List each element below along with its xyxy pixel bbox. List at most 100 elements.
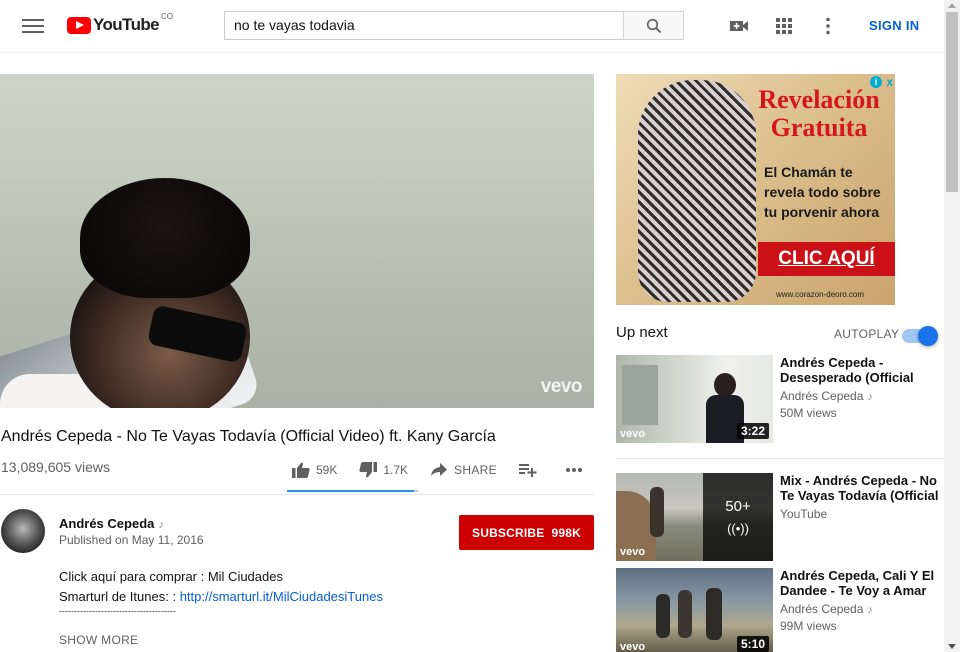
music-note-icon: ♪	[867, 604, 873, 616]
search-button[interactable]	[623, 11, 684, 40]
recommendation-channel: Andrés Cepeda ♪	[780, 602, 873, 616]
like-button[interactable]: 59K	[292, 462, 337, 478]
logo-text: YouTube	[93, 15, 160, 34]
person-head-shape	[714, 373, 736, 397]
recommendation-views: 99M views	[780, 619, 837, 633]
subscriber-count: 998K	[551, 525, 581, 540]
vevo-badge: vevo	[620, 546, 646, 558]
vevo-badge: vevo	[620, 641, 646, 652]
dislike-button[interactable]: 1.7K	[359, 462, 408, 478]
display-ad[interactable]: Revelación Gratuita El Chamán te revela …	[616, 74, 895, 305]
youtube-watch-page: YouTube CO no te vayas todavia SIGN IN v…	[0, 0, 960, 652]
mix-radio-icon: ((•))	[727, 521, 749, 536]
subscribe-button[interactable]: SUBSCRIBE 998K	[459, 515, 594, 550]
sign-in-button[interactable]: SIGN IN	[869, 18, 920, 33]
video-title: Andrés Cepeda - No Te Vayas Todavía (Off…	[1, 428, 496, 445]
hair-shape	[80, 178, 250, 298]
description-line: Click aquí para comprar : Mil Ciudades	[59, 569, 283, 584]
channel-name: Andrés Cepeda	[59, 516, 155, 531]
ad-body: El Chamán te revela todo sobre tu porven…	[764, 164, 881, 220]
ad-title: Revelación Gratuita	[746, 86, 892, 142]
itunes-link[interactable]: http://smarturl.it/MilCiudadesiTunes	[180, 589, 383, 604]
vevo-badge: vevo	[620, 428, 646, 440]
sentiment-bar-likes	[287, 490, 415, 492]
person-shape	[656, 594, 670, 638]
scroll-down-arrow-icon[interactable]	[948, 644, 956, 649]
autoplay-toggle[interactable]	[902, 326, 938, 346]
mix-thumbnail[interactable]: 50+ ((•)) vevo	[616, 473, 773, 561]
like-count: 59K	[316, 463, 338, 477]
mix-overlay: 50+ ((•))	[703, 473, 773, 561]
publish-date: Published on May 11, 2016	[59, 533, 204, 547]
channel-name-link[interactable]: Andrés Cepeda ♪	[59, 516, 164, 531]
recommendation-title[interactable]: Andrés Cepeda - Desesperado (Official Vi…	[780, 355, 944, 385]
recommendation-item[interactable]: vevo 3:22 Andrés Cepeda - Desesperado (O…	[616, 355, 944, 443]
divider	[616, 458, 944, 459]
mix-count: 50+	[725, 498, 751, 515]
view-count: 13,089,605 views	[1, 459, 110, 475]
recommendation-views: 50M views	[780, 406, 837, 420]
video-player[interactable]: vevo	[0, 74, 594, 408]
autoplay-label: AUTOPLAY	[834, 327, 900, 341]
more-horizontal-icon	[565, 468, 582, 472]
scrollbar-thumb[interactable]	[946, 12, 958, 192]
show-more-button[interactable]: SHOW MORE	[59, 633, 138, 647]
scroll-up-arrow-icon[interactable]	[948, 3, 956, 8]
music-note-icon: ♪	[158, 519, 164, 531]
share-button[interactable]: SHARE	[430, 463, 497, 477]
person-shape	[678, 590, 692, 638]
ad-title-line: Revelación	[758, 85, 880, 114]
ad-title-line: Gratuita	[770, 113, 868, 142]
country-code: CO	[161, 12, 173, 21]
more-actions-button[interactable]	[565, 467, 589, 473]
video-duration: 3:22	[736, 423, 769, 439]
recommendation-item[interactable]: vevo 5:10 Andrés Cepeda, Cali Y El Dande…	[616, 568, 944, 652]
toggle-knob	[918, 326, 938, 346]
ad-close-icon[interactable]: x	[886, 75, 893, 89]
window-shape	[622, 365, 658, 425]
create-video-icon[interactable]	[729, 16, 749, 36]
thumbs-up-icon	[292, 462, 310, 478]
channel-name: Andrés Cepeda	[780, 389, 864, 403]
share-icon	[431, 463, 448, 476]
description-line-itunes: Smarturl de Itunes: : http://smarturl.it…	[59, 589, 383, 604]
menu-icon[interactable]	[22, 16, 44, 36]
search-input[interactable]: no te vayas todavia	[224, 11, 624, 40]
recommendation-item-mix[interactable]: 50+ ((•)) vevo Mix - Andrés Cepeda - No …	[616, 473, 944, 561]
play-logo-icon	[67, 16, 91, 34]
apps-icon[interactable]	[774, 16, 794, 36]
video-duration: 5:10	[736, 636, 769, 652]
recommendation-title[interactable]: Mix - Andrés Cepeda - No Te Vayas Todaví…	[780, 473, 944, 503]
subscribe-label: SUBSCRIBE	[472, 525, 545, 540]
search-icon	[646, 18, 661, 33]
thumbs-down-icon	[359, 462, 378, 478]
masthead: YouTube CO no te vayas todavia SIGN IN	[0, 0, 944, 53]
music-note-icon: ♪	[867, 391, 873, 403]
add-to-playlist-button[interactable]	[518, 463, 543, 477]
up-next-heading: Up next	[616, 324, 668, 341]
ad-tribal-animal-art	[638, 80, 756, 302]
page-scrollbar[interactable]	[944, 0, 960, 652]
person-shape	[650, 487, 664, 537]
description-text: Smarturl de Itunes: :	[59, 589, 177, 604]
video-actions: 59K 1.7K SHARE	[292, 459, 611, 481]
description-separator: ---------------------------------------	[59, 606, 176, 616]
sentiment-bar	[287, 490, 418, 492]
vevo-watermark: vevo	[540, 376, 583, 397]
channel-name: Andrés Cepeda	[780, 602, 864, 616]
dislike-count: 1.7K	[383, 463, 409, 477]
more-icon[interactable]	[818, 16, 838, 36]
ad-info-icon[interactable]: i	[870, 76, 882, 88]
recommendation-title[interactable]: Andrés Cepeda, Cali Y El Dandee - Te Voy…	[780, 568, 944, 598]
ad-url: www.corazon-deoro.com	[776, 290, 865, 299]
recommendation-channel: Andrés Cepeda ♪	[780, 389, 873, 403]
person-shape	[706, 588, 722, 640]
video-thumbnail[interactable]: vevo 5:10	[616, 568, 773, 652]
share-label: SHARE	[454, 463, 497, 477]
playlist-add-icon	[518, 464, 537, 477]
ad-cta-button[interactable]: CLIC AQUÍ	[758, 242, 895, 276]
channel-avatar[interactable]	[1, 509, 45, 553]
video-thumbnail[interactable]: vevo 3:22	[616, 355, 773, 443]
youtube-logo[interactable]: YouTube CO	[67, 12, 173, 36]
recommendation-channel: YouTube	[780, 507, 828, 521]
